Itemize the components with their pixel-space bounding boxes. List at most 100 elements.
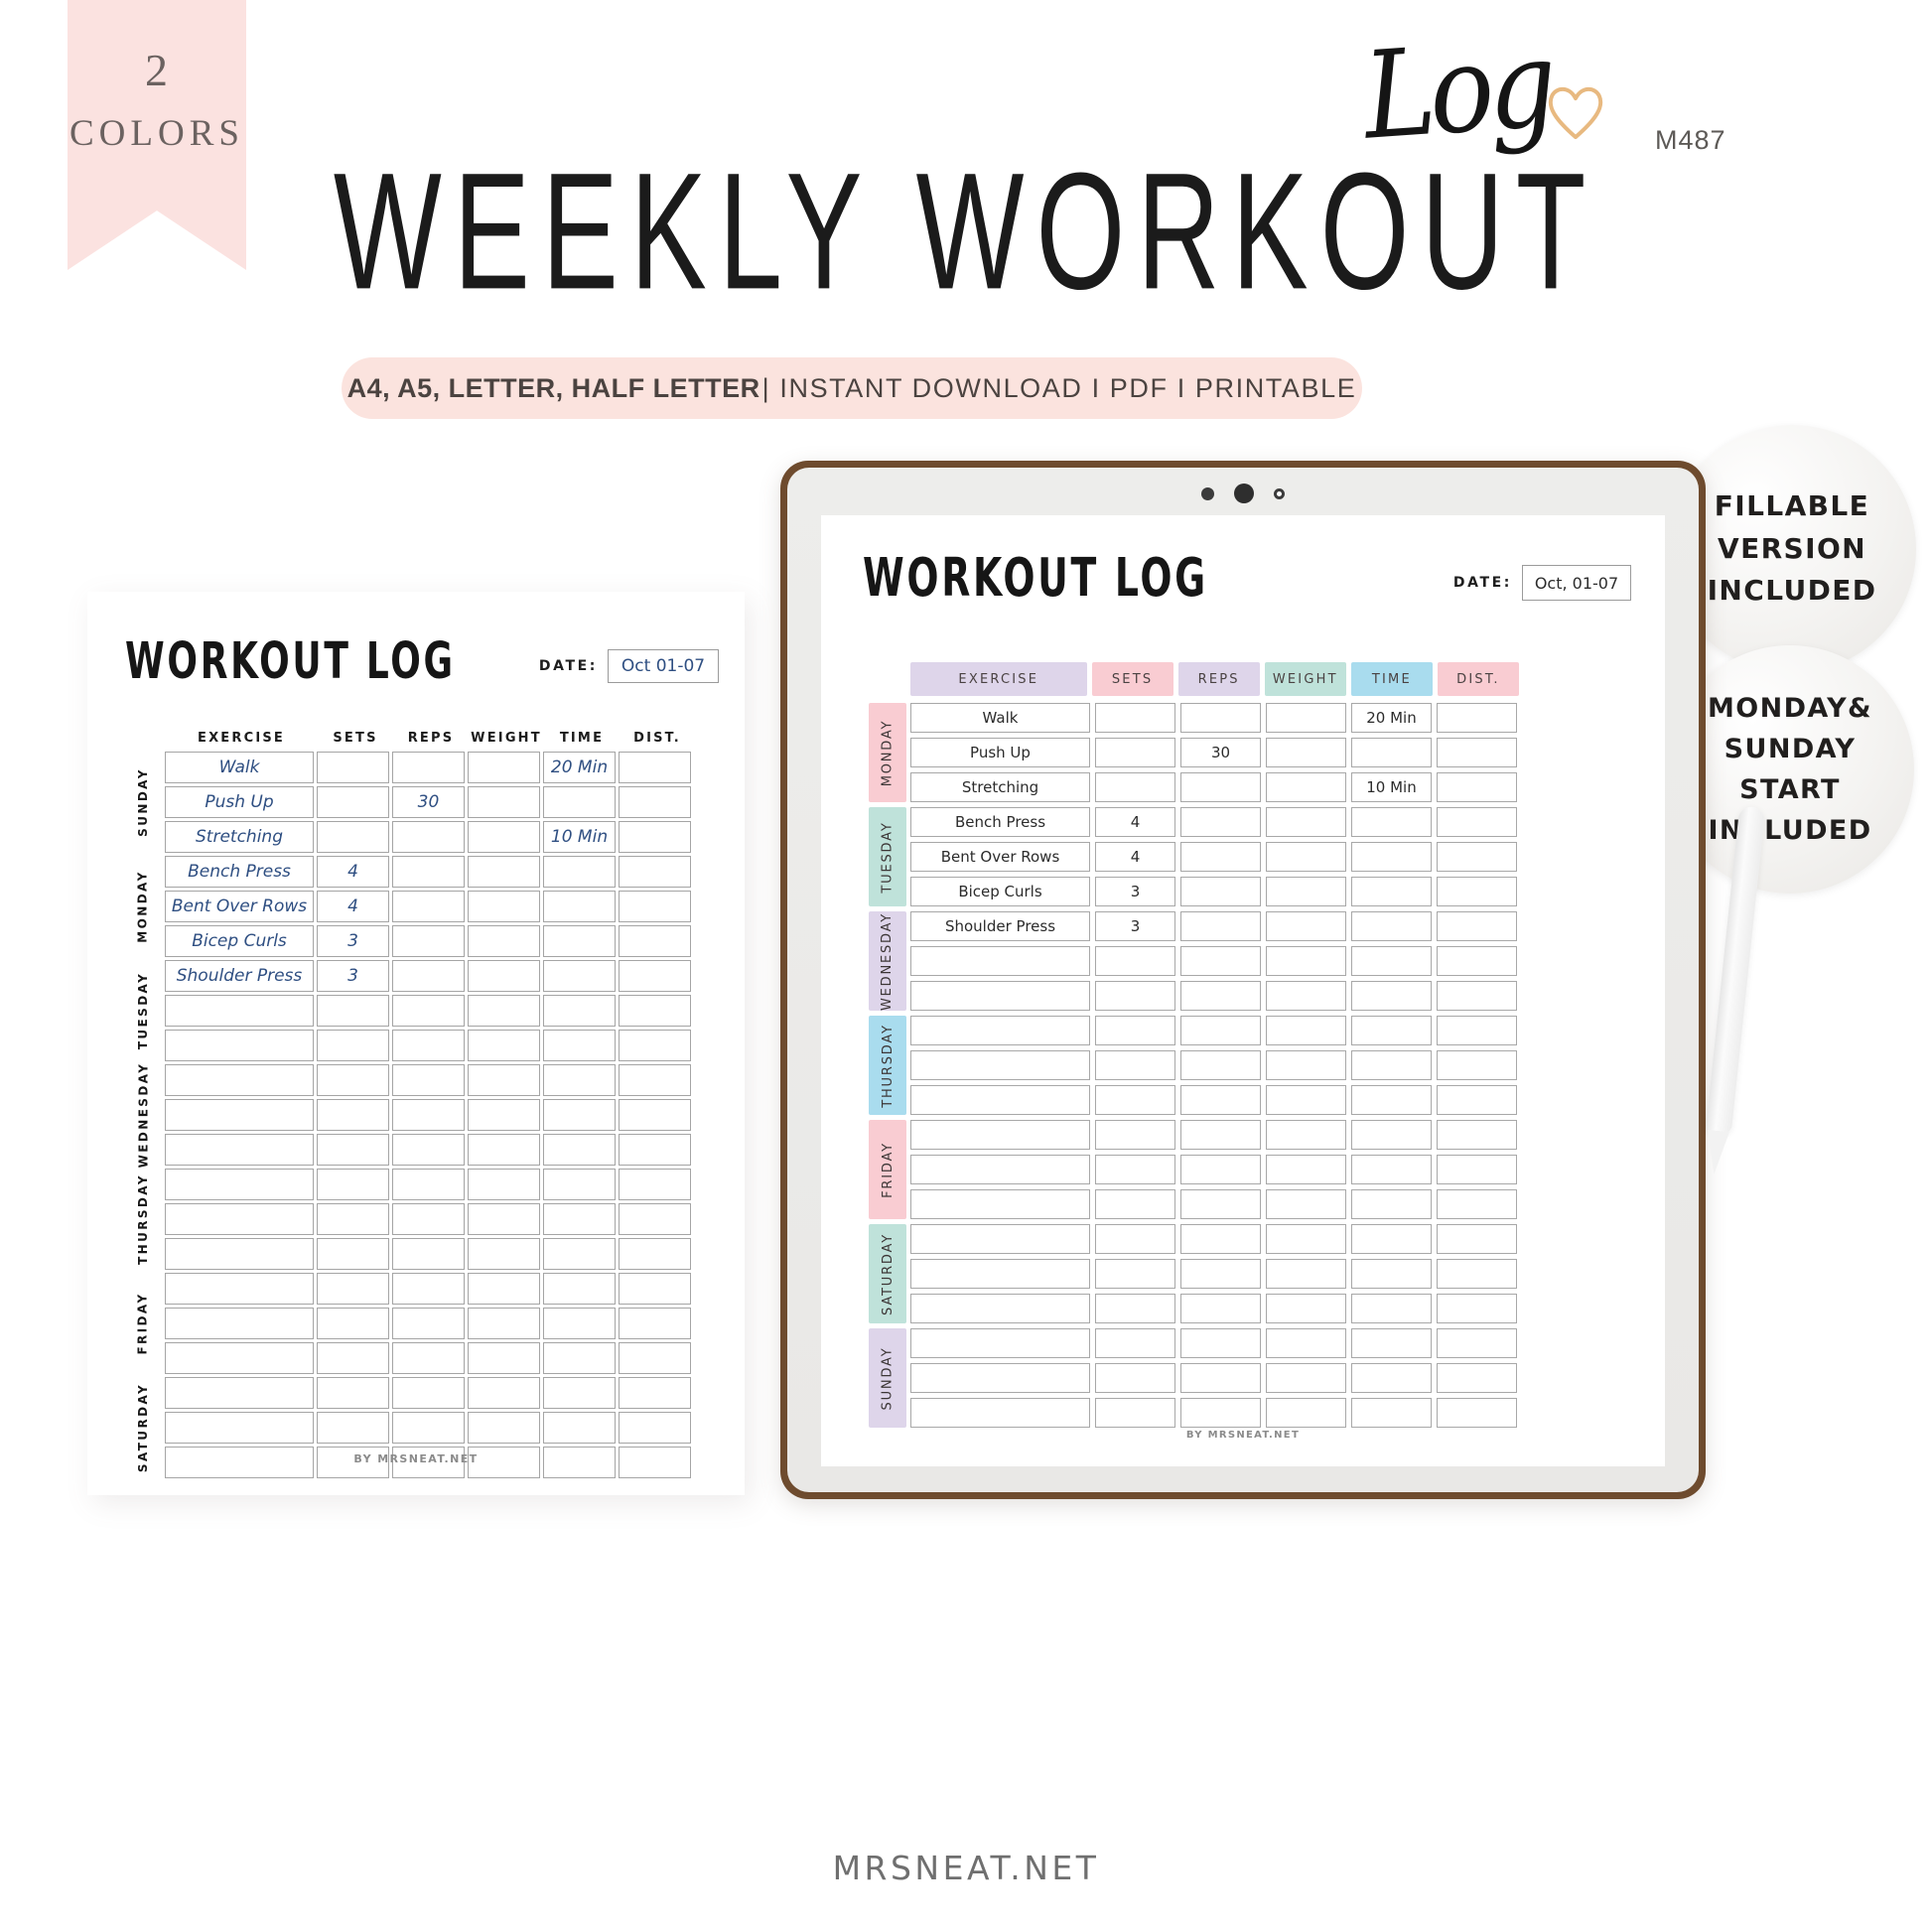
table-cell-weight[interactable] (468, 995, 540, 1027)
table-cell-exercise[interactable]: Walk (910, 703, 1090, 733)
table-cell-time[interactable] (1351, 1120, 1432, 1150)
table-cell-time[interactable] (1351, 946, 1432, 976)
table-cell-sets[interactable] (317, 1342, 389, 1374)
table-cell-exercise[interactable] (165, 1099, 314, 1131)
table-cell-dist[interactable] (619, 1273, 691, 1305)
table-cell-exercise[interactable]: Shoulder Press (910, 911, 1090, 941)
table-cell-sets[interactable]: 4 (317, 891, 389, 922)
table-cell-reps[interactable] (1180, 1155, 1261, 1184)
table-cell-dist[interactable] (619, 891, 691, 922)
table-cell-sets[interactable] (1095, 772, 1175, 802)
table-cell-reps[interactable] (1180, 1224, 1261, 1254)
table-cell-exercise[interactable] (910, 1259, 1090, 1289)
table-cell-sets[interactable] (317, 1377, 389, 1409)
table-cell-reps[interactable]: 30 (392, 786, 465, 818)
table-cell-dist[interactable] (1437, 1398, 1517, 1428)
table-cell-reps[interactable] (392, 1134, 465, 1166)
table-cell-weight[interactable] (468, 1377, 540, 1409)
table-cell-dist[interactable] (1437, 1050, 1517, 1080)
table-cell-reps[interactable] (392, 891, 465, 922)
table-cell-exercise[interactable] (165, 1412, 314, 1444)
table-cell-time[interactable] (543, 856, 616, 888)
table-cell-weight[interactable] (1266, 1259, 1346, 1289)
table-cell-weight[interactable] (468, 1099, 540, 1131)
table-cell-reps[interactable] (1180, 1050, 1261, 1080)
table-cell-time[interactable] (1351, 877, 1432, 906)
day-tab-wednesday[interactable]: WEDNESDAY (869, 911, 906, 1011)
table-cell-exercise[interactable] (165, 1203, 314, 1235)
table-cell-dist[interactable] (1437, 1259, 1517, 1289)
table-cell-weight[interactable] (1266, 911, 1346, 941)
table-cell-dist[interactable] (1437, 877, 1517, 906)
table-cell-exercise[interactable]: Bench Press (910, 807, 1090, 837)
table-cell-dist[interactable] (1437, 911, 1517, 941)
table-cell-time[interactable] (1351, 1085, 1432, 1115)
table-cell-exercise[interactable]: Stretching (910, 772, 1090, 802)
table-cell-weight[interactable] (1266, 1050, 1346, 1080)
table-cell-reps[interactable] (392, 856, 465, 888)
table-cell-reps[interactable] (1180, 1328, 1261, 1358)
table-cell-exercise[interactable] (165, 1308, 314, 1339)
table-cell-dist[interactable] (619, 1342, 691, 1374)
table-cell-reps[interactable] (392, 1203, 465, 1235)
table-cell-reps[interactable] (1180, 772, 1261, 802)
table-cell-dist[interactable] (1437, 703, 1517, 733)
table-cell-sets[interactable] (1095, 1224, 1175, 1254)
table-cell-dist[interactable] (1437, 1085, 1517, 1115)
table-cell-reps[interactable] (392, 1412, 465, 1444)
table-cell-sets[interactable]: 4 (317, 856, 389, 888)
table-cell-dist[interactable] (1437, 1294, 1517, 1323)
table-cell-time[interactable] (543, 1308, 616, 1339)
table-cell-sets[interactable] (1095, 1328, 1175, 1358)
table-cell-exercise[interactable] (165, 1377, 314, 1409)
table-cell-reps[interactable] (1180, 1398, 1261, 1428)
table-cell-time[interactable] (543, 1099, 616, 1131)
table-cell-dist[interactable] (619, 1064, 691, 1096)
table-cell-reps[interactable] (1180, 1294, 1261, 1323)
table-cell-reps[interactable] (1180, 981, 1261, 1011)
table-cell-weight[interactable] (1266, 807, 1346, 837)
table-cell-time[interactable] (543, 995, 616, 1027)
table-cell-weight[interactable] (1266, 981, 1346, 1011)
table-cell-time[interactable]: 20 Min (543, 752, 616, 783)
table-cell-weight[interactable] (468, 786, 540, 818)
table-cell-dist[interactable] (1437, 842, 1517, 872)
table-cell-dist[interactable] (619, 1169, 691, 1200)
table-cell-exercise[interactable] (910, 1328, 1090, 1358)
table-cell-exercise[interactable]: Push Up (165, 786, 314, 818)
printable-date-field[interactable]: Oct 01-07 (608, 649, 719, 683)
table-cell-reps[interactable] (392, 1099, 465, 1131)
table-cell-time[interactable] (1351, 807, 1432, 837)
table-cell-exercise[interactable]: Bent Over Rows (165, 891, 314, 922)
table-cell-exercise[interactable]: Bicep Curls (165, 925, 314, 957)
table-cell-weight[interactable] (1266, 1120, 1346, 1150)
table-cell-sets[interactable] (1095, 738, 1175, 767)
table-cell-reps[interactable] (1180, 877, 1261, 906)
table-cell-weight[interactable] (468, 1064, 540, 1096)
table-cell-reps[interactable] (392, 1064, 465, 1096)
table-cell-weight[interactable] (468, 821, 540, 853)
table-cell-reps[interactable] (392, 821, 465, 853)
table-cell-sets[interactable] (1095, 1259, 1175, 1289)
table-cell-time[interactable] (543, 891, 616, 922)
table-cell-dist[interactable] (1437, 738, 1517, 767)
table-cell-dist[interactable] (1437, 946, 1517, 976)
day-tab-sunday[interactable]: SUNDAY (869, 1328, 906, 1428)
table-cell-time[interactable] (543, 1134, 616, 1166)
table-cell-sets[interactable] (1095, 1363, 1175, 1393)
table-cell-reps[interactable] (1180, 1189, 1261, 1219)
table-cell-weight[interactable] (1266, 1016, 1346, 1045)
table-cell-reps[interactable] (392, 1169, 465, 1200)
table-cell-weight[interactable] (1266, 1363, 1346, 1393)
table-cell-dist[interactable] (1437, 807, 1517, 837)
table-cell-weight[interactable] (1266, 738, 1346, 767)
table-cell-time[interactable] (1351, 981, 1432, 1011)
table-cell-time[interactable] (1351, 1328, 1432, 1358)
table-cell-exercise[interactable] (910, 1224, 1090, 1254)
table-cell-reps[interactable] (392, 925, 465, 957)
table-cell-weight[interactable] (1266, 842, 1346, 872)
table-cell-reps[interactable] (392, 1308, 465, 1339)
table-cell-reps[interactable] (1180, 807, 1261, 837)
table-cell-weight[interactable] (1266, 946, 1346, 976)
table-cell-weight[interactable] (1266, 772, 1346, 802)
